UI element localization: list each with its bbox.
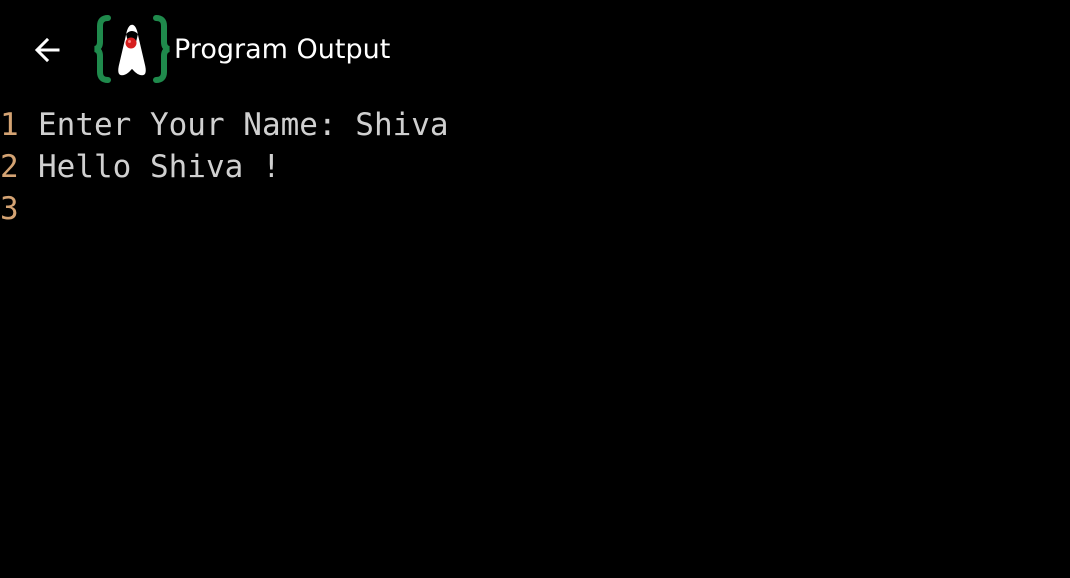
page-title: Program Output — [174, 34, 391, 65]
output-line: 2 Hello Shiva ! — [0, 146, 1070, 188]
output-panel: 1 Enter Your Name: Shiva 2 Hello Shiva !… — [0, 104, 1070, 230]
output-line: 3 — [0, 188, 1070, 230]
toolbar: Program Output — [0, 0, 1070, 100]
back-button[interactable] — [22, 28, 72, 72]
line-text: Hello Shiva ! — [38, 149, 281, 185]
arrow-left-icon — [34, 37, 60, 63]
line-text: Enter Your Name: Shiva — [38, 107, 449, 143]
output-line: 1 Enter Your Name: Shiva — [0, 104, 1070, 146]
line-number: 3 — [0, 191, 19, 227]
program-output-screen: Program Output 1 Enter Your Name: Shiva … — [0, 0, 1070, 578]
line-number: 1 — [0, 107, 19, 143]
line-number: 2 — [0, 149, 19, 185]
java-duke-braces-logo — [94, 15, 170, 83]
